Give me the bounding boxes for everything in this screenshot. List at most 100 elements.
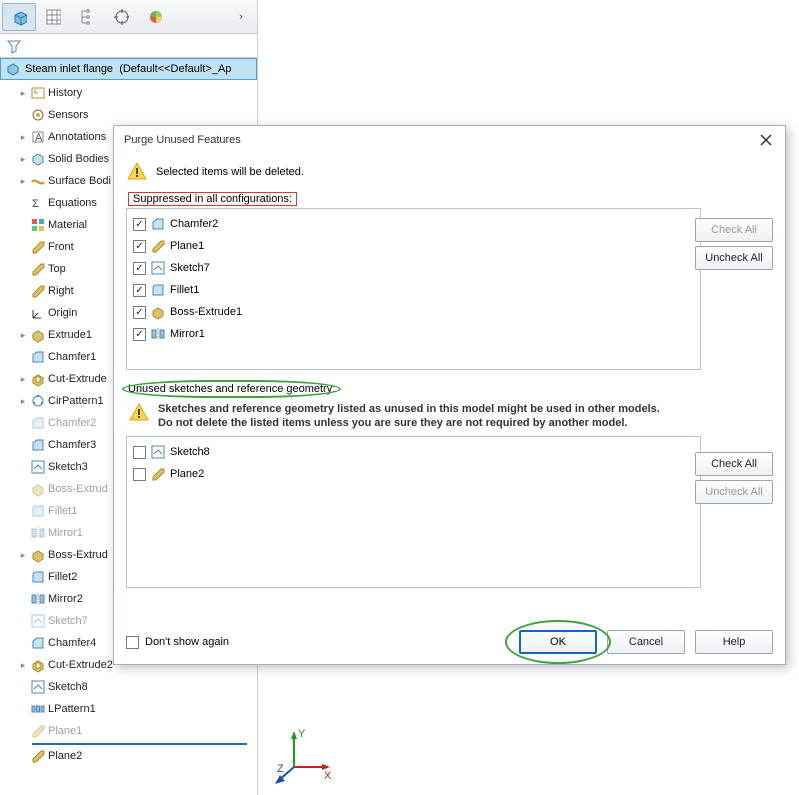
- expand-icon[interactable]: ▸: [18, 176, 28, 187]
- list-item[interactable]: Sketch8: [133, 441, 694, 463]
- plane-icon: [30, 748, 46, 764]
- view-triad[interactable]: Y X Z: [274, 727, 334, 787]
- tree-item-label: History: [48, 87, 82, 99]
- target-icon: [113, 9, 129, 25]
- section-suppressed-label: Suppressed in all configurations:: [128, 192, 297, 206]
- expand-icon[interactable]: ▸: [18, 374, 28, 385]
- mirror-icon: [30, 525, 46, 541]
- item-checkbox[interactable]: ✓: [133, 328, 146, 341]
- item-label: Boss-Extrude1: [170, 306, 242, 318]
- check-all-button-1[interactable]: Check All: [695, 218, 773, 242]
- list-item[interactable]: ✓Mirror1: [133, 323, 694, 345]
- plane-icon: [150, 466, 166, 482]
- chamfer-icon: [30, 349, 46, 365]
- item-checkbox[interactable]: [133, 468, 146, 481]
- item-label: Sketch7: [170, 262, 210, 274]
- suppressed-buttons: Check All Uncheck All: [695, 218, 773, 270]
- list-item[interactable]: Plane2: [133, 463, 694, 485]
- expand-icon[interactable]: ▸: [18, 132, 28, 143]
- extrude-icon: [30, 547, 46, 563]
- warning-row: Selected items will be deleted.: [126, 154, 773, 190]
- uncheck-all-button-2[interactable]: Uncheck All: [695, 480, 773, 504]
- funnel-icon[interactable]: [6, 38, 22, 54]
- tree-item-plane2[interactable]: Plane2: [8, 745, 257, 767]
- tree-item-label: Mirror2: [48, 593, 83, 605]
- mirror-icon: [150, 326, 166, 342]
- tree-item-label: CirPattern1: [48, 395, 104, 407]
- item-checkbox[interactable]: [133, 446, 146, 459]
- item-checkbox[interactable]: ✓: [133, 262, 146, 275]
- tree-item-label: Material: [48, 219, 87, 231]
- item-label: Fillet1: [170, 284, 199, 296]
- unused-buttons: Check All Uncheck All: [695, 452, 773, 504]
- dont-show-checkbox[interactable]: [126, 636, 139, 649]
- item-checkbox[interactable]: ✓: [133, 218, 146, 231]
- plane-icon: [30, 239, 46, 255]
- sensor-icon: [30, 107, 46, 123]
- list-item[interactable]: ✓Chamfer2: [133, 213, 694, 235]
- tree-item-label: Plane1: [48, 725, 82, 737]
- dont-show-label: Don't show again: [145, 636, 229, 648]
- root-label: Steam inlet flange (Default<<Default>_Ap: [25, 63, 231, 75]
- toolbar-dimxpert-tab[interactable]: [104, 3, 138, 31]
- item-label: Plane2: [170, 468, 204, 480]
- item-checkbox[interactable]: ✓: [133, 240, 146, 253]
- tree-item-history[interactable]: ▸ History: [8, 82, 257, 104]
- cancel-button[interactable]: Cancel: [607, 630, 685, 654]
- mirror-icon: [30, 591, 46, 607]
- expand-icon[interactable]: ▸: [18, 88, 28, 99]
- expand-icon[interactable]: ▸: [18, 660, 28, 671]
- extrude-icon: [150, 304, 166, 320]
- extrude-icon: [30, 481, 46, 497]
- help-button[interactable]: Help: [695, 630, 773, 654]
- tree-item-label: Mirror1: [48, 527, 83, 539]
- item-checkbox[interactable]: ✓: [133, 306, 146, 319]
- chamfer-icon: [30, 415, 46, 431]
- cirpat-icon: [30, 393, 46, 409]
- toolbar-feature-tree-tab[interactable]: [2, 3, 36, 31]
- section-unused-header: Unused sketches and reference geometry:: [126, 380, 773, 398]
- tree-item-label: Chamfer2: [48, 417, 96, 429]
- cutext-icon: [30, 371, 46, 387]
- tree-item-label: Origin: [48, 307, 77, 319]
- check-all-button-2[interactable]: Check All: [695, 452, 773, 476]
- dialog-close-button[interactable]: [757, 131, 775, 149]
- cube-icon: [11, 9, 27, 25]
- toolbar-overflow[interactable]: ›: [227, 3, 255, 31]
- list-item[interactable]: ✓ Boss-Extrude1: [133, 301, 694, 323]
- tree-item-sketch8[interactable]: Sketch8: [8, 676, 257, 698]
- unused-list[interactable]: Sketch8 Plane2: [126, 436, 701, 588]
- tree-root-node[interactable]: Steam inlet flange (Default<<Default>_Ap: [0, 58, 257, 80]
- tree-item-plane1[interactable]: Plane1: [8, 720, 257, 742]
- tree-item-label: Front: [48, 241, 74, 253]
- plane-icon: [30, 723, 46, 739]
- toolbar-config-tab[interactable]: [70, 3, 104, 31]
- ok-button[interactable]: OK: [519, 630, 597, 654]
- tree-item-label: Fillet2: [48, 571, 77, 583]
- expand-icon[interactable]: ▸: [18, 330, 28, 341]
- list-item[interactable]: ✓ Sketch7: [133, 257, 694, 279]
- tree-item-label: Extrude1: [48, 329, 92, 341]
- uncheck-all-button-1[interactable]: Uncheck All: [695, 246, 773, 270]
- tree-item-label: Chamfer4: [48, 637, 96, 649]
- dialog-title: Purge Unused Features: [124, 134, 241, 146]
- expand-icon[interactable]: ▸: [18, 154, 28, 165]
- tree-item-label: Boss-Extrud: [48, 483, 108, 495]
- list-item[interactable]: ✓ Fillet1: [133, 279, 694, 301]
- toolbar-appearance-tab[interactable]: [138, 3, 172, 31]
- tree-item-label: Sketch3: [48, 461, 88, 473]
- tree-item-lpattern1[interactable]: LPattern1: [8, 698, 257, 720]
- list-item[interactable]: ✓Plane1: [133, 235, 694, 257]
- purge-unused-features-dialog: Purge Unused Features Selected items wil…: [113, 125, 786, 665]
- toolbar-property-tab[interactable]: [36, 3, 70, 31]
- expand-icon[interactable]: ▸: [18, 396, 28, 407]
- chamfer-icon: [150, 216, 166, 232]
- part-icon: [5, 61, 21, 77]
- svg-text:Y: Y: [298, 728, 306, 740]
- expand-icon[interactable]: ▸: [18, 550, 28, 561]
- item-checkbox[interactable]: ✓: [133, 284, 146, 297]
- suppressed-list[interactable]: ✓Chamfer2✓Plane1✓Sketch7✓Fillet1✓Boss-Ex…: [126, 208, 701, 370]
- tree-item-sensors[interactable]: Sensors: [8, 104, 257, 126]
- dialog-footer: Don't show again OK Cancel Help: [126, 630, 773, 654]
- plane-icon: [30, 261, 46, 277]
